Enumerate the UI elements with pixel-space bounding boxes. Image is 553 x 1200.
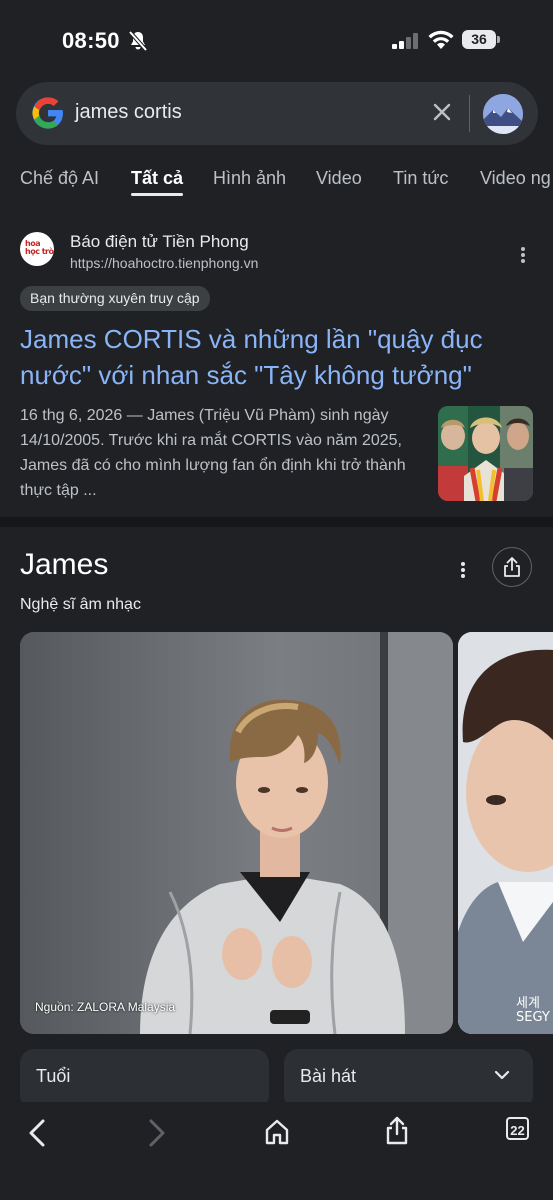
wifi-icon	[428, 30, 454, 49]
chevron-left-icon	[29, 1119, 45, 1147]
site-url[interactable]: https://hoahoctro.tienphong.vn	[70, 255, 258, 271]
status-time: 08:50	[62, 28, 120, 53]
knowledge-panel-more-icon[interactable]	[461, 562, 465, 578]
search-result[interactable]: hoa học trò Báo điện tử Tiền Phong https:…	[0, 215, 553, 515]
tabs-count: 22	[506, 1117, 529, 1140]
tab-short-videos[interactable]: Video ng	[480, 168, 551, 189]
share-page-button[interactable]	[380, 1112, 424, 1156]
tab-all[interactable]: Tất cả	[131, 168, 183, 189]
chevron-right-icon	[149, 1119, 165, 1147]
knowledge-panel-title: James	[20, 548, 109, 581]
result-title-link[interactable]: James CORTIS và những lần "quậy đục nước…	[20, 321, 520, 393]
site-logo-text: hoa học trò	[25, 239, 54, 256]
photo-source-caption: Nguồn: ZALORA Malaysia	[35, 1000, 176, 1014]
share-button[interactable]	[492, 547, 532, 587]
search-bar[interactable]: james cortis	[16, 82, 538, 145]
tab-videos[interactable]: Video	[316, 168, 362, 189]
search-tabs: Chế độ AI Tất cả Hình ảnh Video Tin tức …	[0, 160, 553, 200]
chip-songs[interactable]: Bài hát	[284, 1049, 533, 1109]
avatar-image	[483, 94, 523, 134]
chevron-down-icon	[494, 1070, 510, 1080]
chip-songs-label: Bài hát	[300, 1066, 357, 1086]
tab-images[interactable]: Hình ảnh	[213, 168, 286, 189]
thumbnail-image	[438, 406, 533, 501]
share-icon	[386, 1116, 408, 1145]
forward-button[interactable]	[136, 1112, 180, 1156]
google-logo-icon	[32, 97, 63, 129]
secondary-photo-caption: 세계 SEGY	[516, 996, 550, 1025]
bell-muted-icon	[128, 30, 148, 52]
visited-badge: Bạn thường xuyên truy cập	[20, 286, 210, 311]
close-icon[interactable]	[432, 102, 452, 122]
artist-photo-main[interactable]: Nguồn: ZALORA Malaysia	[20, 632, 453, 1034]
site-name[interactable]: Báo điện tử Tiền Phong	[70, 232, 249, 252]
site-logo: hoa học trò	[20, 232, 54, 266]
status-bar: 08:50 36	[0, 0, 553, 80]
more-options-icon[interactable]	[521, 247, 525, 263]
tab-ai-mode[interactable]: Chế độ AI	[20, 168, 99, 189]
cellular-signal-icon	[392, 33, 418, 49]
knowledge-panel-subtitle: Nghệ sĩ âm nhạc	[20, 596, 141, 613]
active-tab-underline	[131, 193, 183, 196]
tab-news[interactable]: Tin tức	[393, 168, 448, 189]
result-snippet: 16 thg 6, 2026 — James (Triệu Vũ Phàm) s…	[20, 407, 406, 499]
chip-age-label: Tuổi	[36, 1066, 71, 1086]
search-input[interactable]: james cortis	[75, 101, 182, 124]
artist-photo-image	[20, 632, 453, 1034]
chip-age[interactable]: Tuổi	[20, 1049, 269, 1109]
battery-nub	[497, 36, 500, 43]
back-button[interactable]	[22, 1112, 66, 1156]
secondary-photo-image	[458, 632, 553, 1034]
home-icon	[265, 1119, 289, 1145]
search-divider	[469, 95, 470, 132]
tabs-button[interactable]: 22	[502, 1112, 546, 1156]
battery-indicator: 36	[462, 30, 496, 49]
artist-photo-secondary[interactable]: 세계 SEGY	[458, 632, 553, 1034]
result-thumbnail[interactable]	[438, 406, 533, 501]
browser-bottom-nav: 22	[0, 1102, 553, 1200]
avatar[interactable]	[483, 94, 523, 134]
share-icon	[504, 557, 520, 577]
home-button[interactable]	[260, 1112, 304, 1156]
section-separator	[0, 517, 553, 527]
